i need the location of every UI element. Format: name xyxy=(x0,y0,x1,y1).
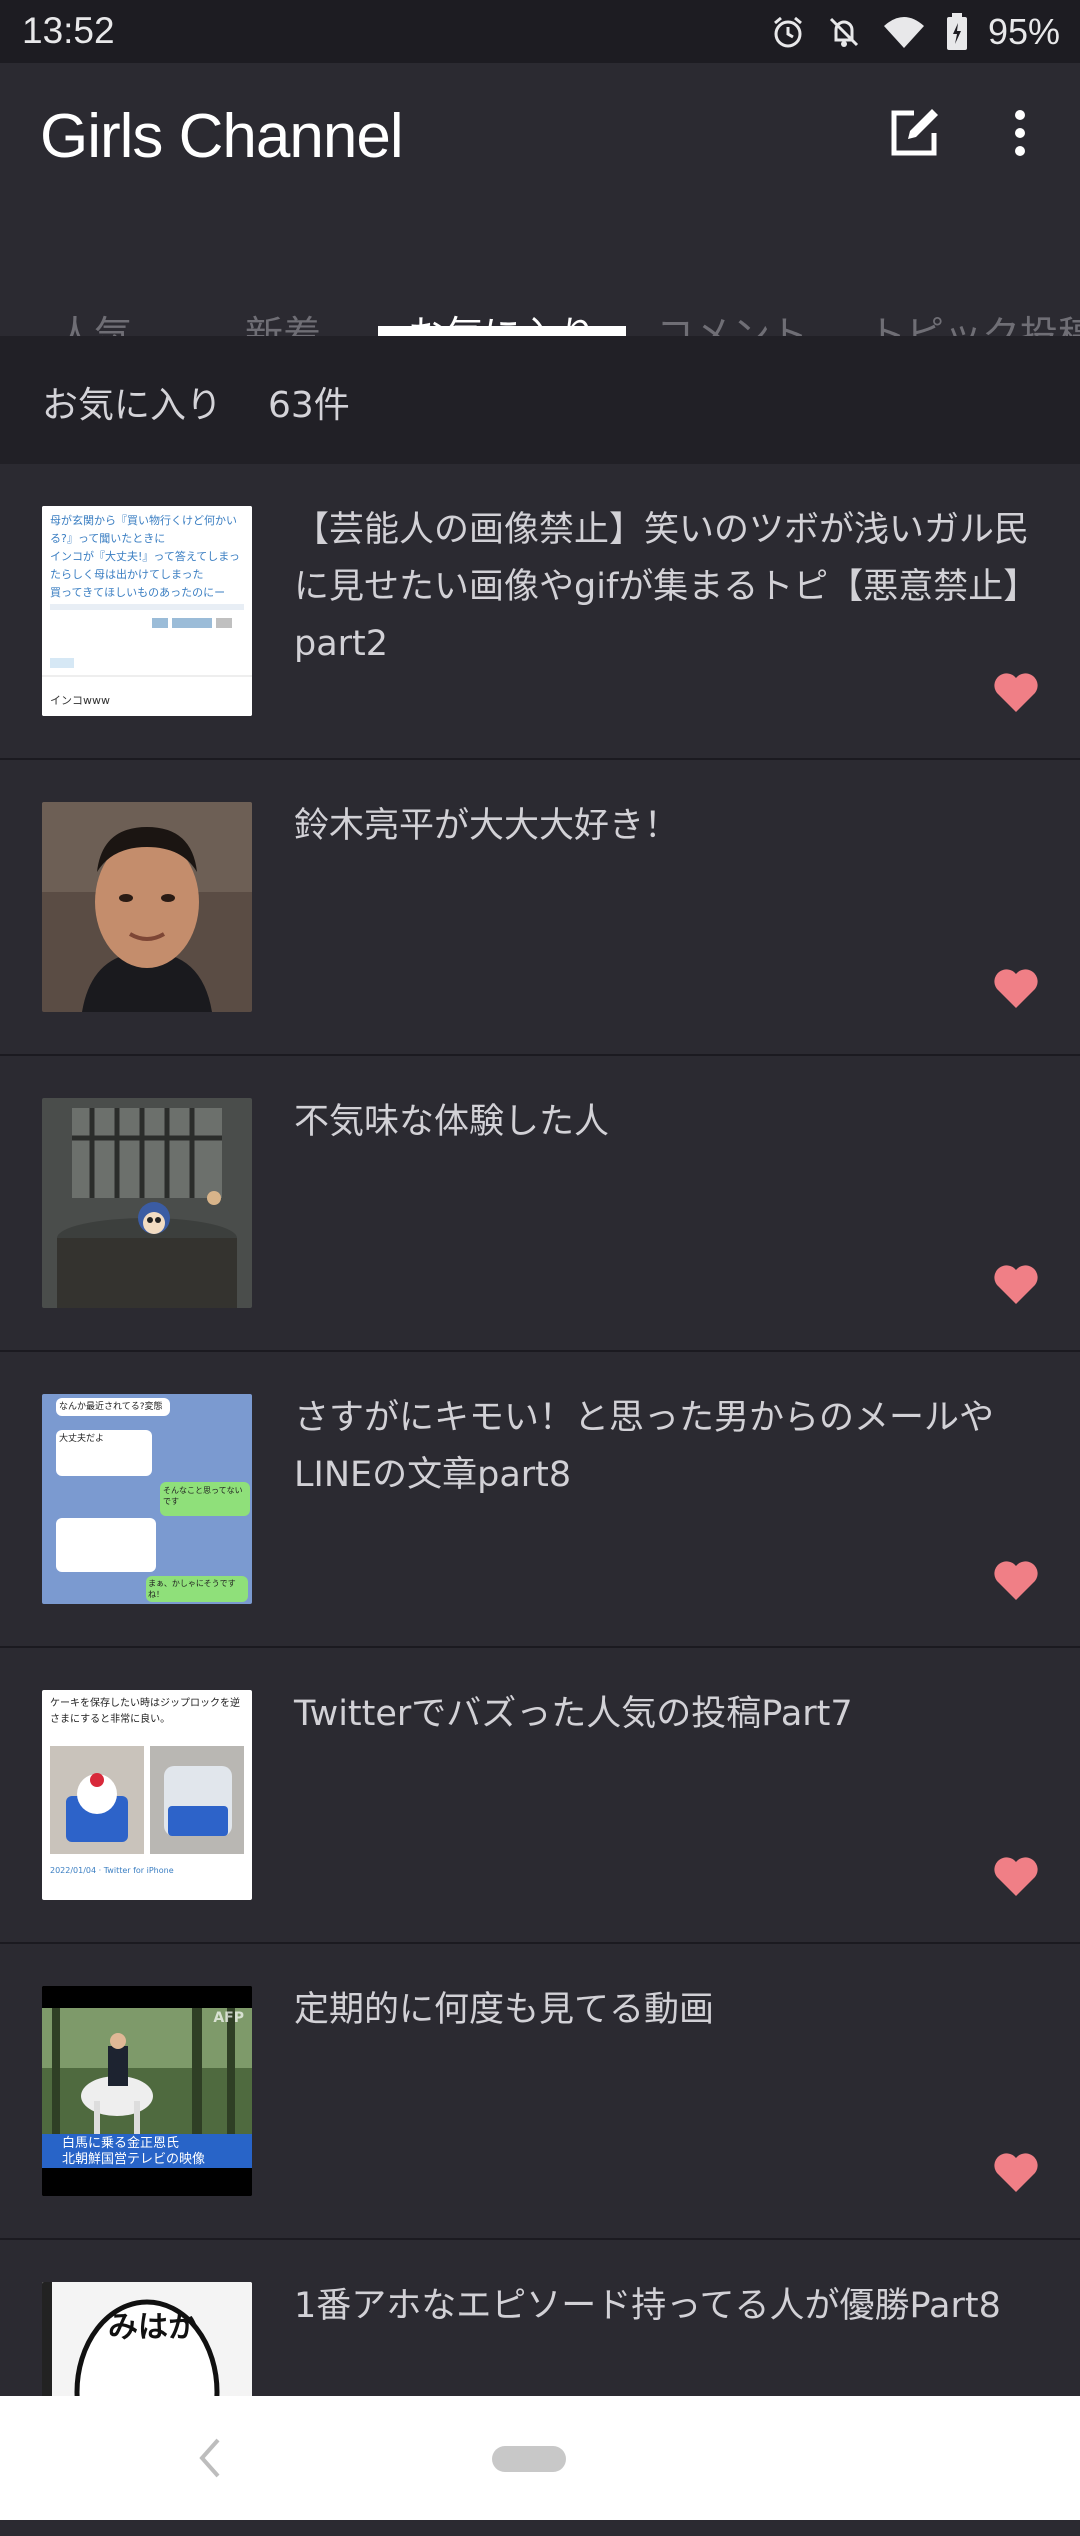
topic-title[interactable]: 1番アホなエピソード持ってる人が優勝Part8 xyxy=(294,2278,1042,2335)
status-time: 13:52 xyxy=(22,10,115,51)
favorite-heart-button[interactable] xyxy=(992,670,1040,714)
edit-icon xyxy=(891,109,938,156)
nav-back-button[interactable] xyxy=(196,2436,224,2484)
favorite-heart-button[interactable] xyxy=(992,1854,1040,1898)
heart-icon xyxy=(994,1265,1038,1304)
heart-icon xyxy=(994,2153,1038,2192)
topic-title[interactable]: 【芸能人の画像禁止】笑いのツボが浅いガル民に見せたい画像やgifが集まるトピ【悪… xyxy=(294,502,1042,673)
favorites-count: 63件 xyxy=(268,385,350,426)
favorite-heart-button[interactable] xyxy=(992,2150,1040,2194)
app-bar: Girls Channel 人気 新着 お気に入り コメント トピック投稿 xyxy=(0,63,1080,357)
heart-icon xyxy=(994,673,1038,712)
topic-title[interactable]: さすがにキモい！と思った男からのメールやLINEの文章part8 xyxy=(294,1390,1042,1504)
status-bar: 13:52 95% xyxy=(0,0,1080,63)
more-vert-icon xyxy=(1015,110,1025,156)
thumbnail-caption: インコwww xyxy=(50,694,110,707)
topic-item[interactable]: 母が玄関から『買い物行くけど何かいる?』って聞いたときに インコが『大丈夫!』っ… xyxy=(0,464,1080,760)
alarm-icon xyxy=(773,16,802,48)
edit-button[interactable] xyxy=(884,103,944,163)
topic-item[interactable]: ケーキを保存したい時はジップロックを逆さまにすると非常に良い。 2022/01/… xyxy=(0,1648,1080,1944)
topic-item[interactable]: AFP 白馬に乗る金正恩氏 北朝鮮国営テレビの映像 定期的に何度も見てる動画 xyxy=(0,1944,1080,2240)
topic-item[interactable]: なんか最近されてる?変態 大丈夫だよ そんなこと思ってないです まぁ、かしゃにそ… xyxy=(0,1352,1080,1648)
favorite-heart-button[interactable] xyxy=(992,1558,1040,1602)
topic-thumbnail: なんか最近されてる?変態 大丈夫だよ そんなこと思ってないです まぁ、かしゃにそ… xyxy=(42,1394,252,1604)
status-icons: 95% xyxy=(770,8,1060,56)
nav-home-pill[interactable] xyxy=(492,2446,566,2472)
heart-icon xyxy=(994,1561,1038,1600)
topic-item[interactable]: 鈴木亮平が大大大好き！ xyxy=(0,760,1080,1056)
app-title: Girls Channel xyxy=(40,102,404,171)
system-nav-bar xyxy=(0,2396,1080,2520)
active-tab-indicator xyxy=(378,326,626,336)
more-options-button[interactable] xyxy=(1000,103,1040,163)
heart-icon xyxy=(994,969,1038,1008)
back-chevron-icon xyxy=(199,2438,220,2478)
favorites-header: お気に入り 63件 xyxy=(0,336,1080,464)
wifi-icon xyxy=(883,17,924,48)
topic-thumbnail xyxy=(42,1098,252,1308)
favorite-heart-button[interactable] xyxy=(992,966,1040,1010)
topic-thumbnail: 母が玄関から『買い物行くけど何かいる?』って聞いたときに インコが『大丈夫!』っ… xyxy=(42,506,252,716)
battery-icon xyxy=(946,13,967,50)
topic-title[interactable]: 不気味な体験した人 xyxy=(294,1094,1042,1151)
favorite-heart-button[interactable] xyxy=(992,1262,1040,1306)
heart-icon xyxy=(994,1857,1038,1896)
topic-thumbnail: ケーキを保存したい時はジップロックを逆さまにすると非常に良い。 2022/01/… xyxy=(42,1690,252,1900)
topic-title[interactable]: 鈴木亮平が大大大好き！ xyxy=(294,798,1042,855)
section-label: お気に入り xyxy=(42,385,223,426)
topic-title[interactable]: Twitterでバズった人気の投稿Part7 xyxy=(294,1686,1042,1743)
topic-thumbnail xyxy=(42,802,252,1012)
battery-percent: 95% xyxy=(987,11,1060,52)
thumbnail-text: 母が玄関から『買い物行くけど何かいる?』って聞いたときに インコが『大丈夫!』っ… xyxy=(50,514,240,599)
topic-thumbnail: AFP 白馬に乗る金正恩氏 北朝鮮国営テレビの映像 xyxy=(42,1986,252,2196)
topic-title[interactable]: 定期的に何度も見てる動画 xyxy=(294,1982,1042,2039)
topic-item[interactable]: 不気味な体験した人 xyxy=(0,1056,1080,1352)
bell-off-icon xyxy=(829,17,858,47)
